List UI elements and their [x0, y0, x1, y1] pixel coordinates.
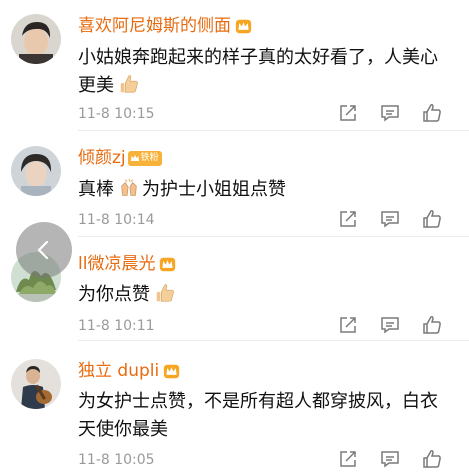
clapping-hands-icon: [118, 177, 140, 199]
crown-icon: [160, 257, 176, 271]
back-button[interactable]: [16, 222, 72, 278]
comment-item: 喜欢阿尼姆斯的侧面 小姑娘奔跑起来的样子真的太好看了，人美心更美 11-8 10…: [0, 0, 469, 130]
timestamp: 11-8 10:05: [78, 452, 155, 468]
comment-text-block: 小姑娘奔跑起来的样子真的太好看了，人美心更美: [78, 44, 450, 100]
boy-portrait-avatar: [11, 14, 61, 64]
comment-item: 倾颜zj 铁粉 真棒 为护士小姐姐点赞 11-8 10:14: [0, 131, 469, 236]
comment-meta: 11-8 10:14: [78, 209, 469, 229]
crown-icon: [130, 155, 139, 161]
like-icon[interactable]: [422, 449, 442, 469]
crown-icon: [164, 364, 180, 378]
avatar[interactable]: [11, 14, 61, 64]
action-bar: [316, 103, 442, 123]
share-icon[interactable]: [338, 209, 358, 229]
fan-badge-label: 铁粉: [140, 152, 159, 163]
comment-meta: 11-8 10:05: [78, 449, 469, 469]
thumbs-up-icon: [154, 282, 176, 304]
comment-item: 独立 dupli 为女护士点赞，不是所有超人都穿披风，白衣天使你最美 11-8 …: [0, 341, 469, 472]
username[interactable]: ll微凉晨光: [78, 254, 155, 274]
comment-text-block: 真棒 为护士小姐姐点赞: [78, 176, 450, 204]
comment-text: 为你点赞: [78, 284, 150, 305]
comment-text: 为女护士点赞，不是所有超人都穿披风，白衣天使你最美: [78, 391, 438, 440]
username-row: 喜欢阿尼姆斯的侧面: [78, 16, 252, 36]
avatar[interactable]: [11, 359, 61, 409]
avatar[interactable]: [11, 146, 61, 196]
action-bar: [316, 449, 442, 469]
guitar-man-avatar: [11, 359, 61, 409]
share-icon[interactable]: [338, 449, 358, 469]
action-bar: [316, 209, 442, 229]
comment-text-block: 为你点赞: [78, 281, 450, 309]
crown-icon: [235, 19, 252, 33]
username-row: 倾颜zj 铁粉: [78, 148, 162, 168]
comment-text-suffix: 为护士小姐姐点赞: [142, 179, 286, 200]
share-icon[interactable]: [338, 315, 358, 335]
thumbs-up-icon: [118, 73, 140, 95]
username-row: 独立 dupli: [78, 361, 180, 381]
comment-meta: 11-8 10:15: [78, 103, 469, 123]
timestamp: 11-8 10:11: [78, 318, 155, 334]
action-bar: [316, 315, 442, 335]
comment-text: 真棒: [78, 179, 114, 200]
chevron-left-icon: [37, 240, 49, 260]
like-icon[interactable]: [422, 209, 442, 229]
comment-icon[interactable]: [380, 449, 400, 469]
comment-icon[interactable]: [380, 209, 400, 229]
username[interactable]: 独立 dupli: [78, 361, 159, 381]
comment-icon[interactable]: [380, 103, 400, 123]
comment-meta: 11-8 10:11: [78, 315, 469, 335]
timestamp: 11-8 10:14: [78, 212, 155, 228]
username[interactable]: 倾颜zj: [78, 148, 126, 168]
comment-icon[interactable]: [380, 315, 400, 335]
timestamp: 11-8 10:15: [78, 106, 155, 122]
username-row: ll微凉晨光: [78, 254, 176, 274]
fan-badge: 铁粉: [127, 150, 162, 166]
like-icon[interactable]: [422, 103, 442, 123]
comment-text-block: 为女护士点赞，不是所有超人都穿披风，白衣天使你最美: [78, 388, 450, 444]
girl-portrait-avatar: [11, 146, 61, 196]
share-icon[interactable]: [338, 103, 358, 123]
username[interactable]: 喜欢阿尼姆斯的侧面: [78, 16, 231, 36]
like-icon[interactable]: [422, 315, 442, 335]
